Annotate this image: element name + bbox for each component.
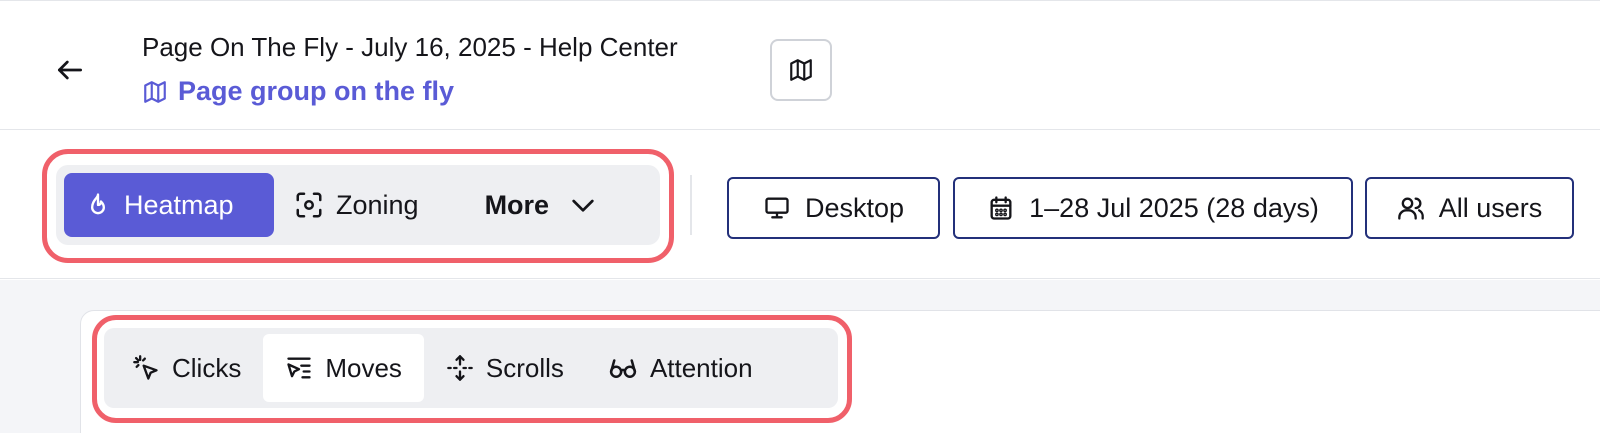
toolbar-divider [690,175,692,235]
page-group-label: Page group on the fly [178,76,455,106]
date-range-button[interactable]: 1–28 Jul 2025 (28 days) [953,177,1353,239]
heatmap-type-tabs: Clicks Moves Scrolls Attention [104,328,838,408]
view-toolbar: Heatmap Zoning More Desktop 1–28 Jul 202… [0,131,1600,279]
chevron-down-icon [567,189,599,221]
click-cursor-icon [132,354,160,382]
monitor-icon [763,194,791,222]
tab-zoning[interactable]: Zoning [274,173,439,237]
map-icon [142,79,168,105]
page-map-button[interactable] [770,39,832,101]
device-filter-button[interactable]: Desktop [727,177,940,239]
date-range-label: 1–28 Jul 2025 (28 days) [1029,192,1319,223]
scroll-arrows-icon [446,354,474,382]
tab-moves[interactable]: Moves [263,334,424,402]
tab-moves-label: Moves [325,352,402,383]
segment-filter-button[interactable]: All users [1365,177,1574,239]
flame-icon [84,191,112,219]
tab-clicks[interactable]: Clicks [110,334,263,402]
tab-more-label: More [484,189,550,220]
map-icon [788,57,814,83]
tab-more-dropdown[interactable]: More [465,173,620,237]
calendar-icon [987,194,1015,222]
tab-scrolls-label: Scrolls [485,352,564,383]
back-button[interactable] [52,52,88,88]
move-cursor-icon [285,354,313,382]
device-filter-label: Desktop [804,192,905,223]
view-tabs: Heatmap Zoning More [56,165,660,245]
tab-heatmap[interactable]: Heatmap [64,173,274,237]
segment-filter-label: All users [1438,192,1543,223]
tab-heatmap-label: Heatmap [124,189,234,220]
tab-attention[interactable]: Attention [586,334,775,402]
heatmap-content-area: Clicks Moves Scrolls Attention [0,280,1600,433]
tab-scrolls[interactable]: Scrolls [424,334,586,402]
page-header: Page On The Fly - July 16, 2025 - Help C… [0,4,1600,130]
tab-zoning-label: Zoning [336,189,419,220]
users-icon [1397,194,1425,222]
arrow-left-icon [54,54,86,86]
page-title: Page On The Fly - July 16, 2025 - Help C… [142,32,678,62]
tab-clicks-label: Clicks [172,352,242,383]
focus-icon [294,190,324,220]
glasses-icon [608,353,638,383]
tab-attention-label: Attention [649,352,753,383]
page-group-link[interactable]: Page group on the fly [142,76,454,107]
